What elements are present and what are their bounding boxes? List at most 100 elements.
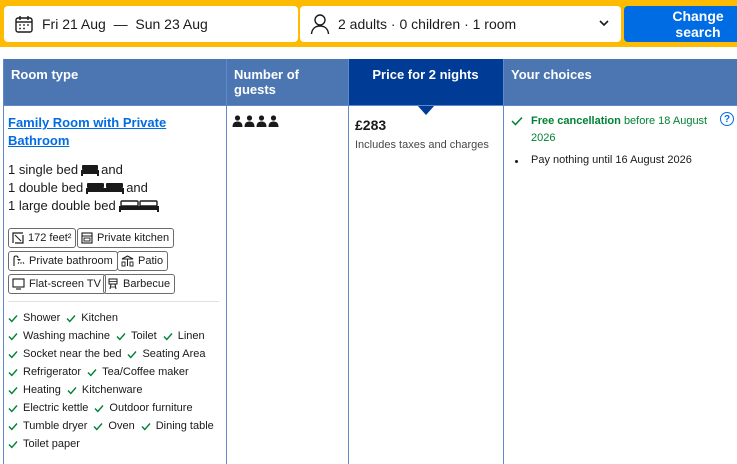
- amenity-item: Tumble dryer: [8, 420, 87, 432]
- facility-label: Private bathroom: [29, 255, 113, 267]
- bed-conjunction: and: [101, 162, 123, 177]
- check-icon: [8, 368, 18, 377]
- amenity-item: Kitchenware: [67, 384, 143, 396]
- amenity-label: Socket near the bed: [23, 348, 122, 360]
- check-icon: [8, 350, 18, 359]
- person-icon: [256, 115, 267, 127]
- check-icon: [141, 422, 151, 431]
- amenity-label: Tumble dryer: [23, 420, 88, 432]
- amenity-row: Socket near the bed Seating Area: [8, 347, 211, 361]
- room-name-link[interactable]: Family Room with Private Bathroom: [8, 114, 218, 150]
- facility-label: Patio: [138, 255, 164, 267]
- amenity-item: Heating: [8, 384, 61, 396]
- amenity-label: Seating Area: [142, 348, 206, 360]
- amenity-label: Washing machine: [23, 330, 111, 342]
- amenity-label: Outdoor furniture: [109, 402, 193, 414]
- large-double-bed-icon: [118, 200, 159, 212]
- bed-text: 1 double bed: [8, 180, 84, 195]
- column-divider: [503, 59, 504, 464]
- amenity-item: Tea/Coffee maker: [87, 366, 189, 378]
- guests-text: 2 adults · 0 children · 1 room: [338, 16, 517, 32]
- check-icon: [127, 350, 137, 359]
- amenity-item: Kitchen: [66, 312, 118, 324]
- single-bed-icon: [81, 165, 100, 176]
- bed-line: 1 double bed and: [8, 179, 161, 197]
- price-note: Includes taxes and charges: [355, 139, 489, 151]
- amenity-label: Tea/Coffee maker: [102, 366, 189, 378]
- check-icon: [93, 422, 103, 431]
- amenity-row: Toilet paper: [8, 437, 86, 451]
- amenity-item: Socket near the bed: [8, 348, 121, 360]
- amenity-row: Tumble dryer Oven Dining table: [8, 419, 220, 433]
- amenity-item: Seating Area: [127, 348, 205, 360]
- amenity-row: Electric kettle Outdoor furniture: [8, 401, 199, 415]
- check-icon: [8, 386, 18, 395]
- row-divider: [3, 105, 737, 106]
- chevron-down-icon: [599, 20, 609, 27]
- date-field[interactable]: Fri 21 Aug — Sun 23 Aug: [4, 6, 298, 42]
- facility-label: Barbecue: [123, 278, 171, 290]
- kitchen-icon: [81, 232, 93, 244]
- person-icon: [244, 115, 255, 127]
- amenity-item: Toilet paper: [8, 438, 80, 450]
- amenity-item: Toilet: [116, 330, 157, 342]
- bed-text: 1 single bed: [8, 162, 79, 177]
- facility-label: Private kitchen: [97, 232, 170, 244]
- search-bar: Fri 21 Aug — Sun 23 Aug 2 adults · 0 chi…: [0, 0, 737, 47]
- sort-indicator: [417, 105, 435, 115]
- amenity-item: Washing machine: [8, 330, 110, 342]
- date-range-text: Fri 21 Aug — Sun 23 Aug: [42, 16, 208, 32]
- patio-icon: [121, 255, 134, 267]
- barbecue-icon: [108, 278, 118, 290]
- room-size-icon: [12, 232, 24, 244]
- check-icon: [116, 332, 126, 341]
- facility-patio: Patio: [117, 251, 169, 271]
- facility-label: 172 feet²: [28, 232, 72, 244]
- amenity-row: Refrigerator Tea/Coffee maker: [8, 365, 195, 379]
- person-icon: [232, 115, 243, 127]
- facility-size: 172 feet²: [8, 228, 77, 248]
- header-guests: Number of guests: [234, 67, 299, 97]
- column-divider: [348, 59, 349, 464]
- amenities-divider: [8, 301, 219, 302]
- check-icon: [87, 368, 97, 377]
- person-icon: [310, 14, 330, 35]
- free-cancellation-label: Free cancellation: [531, 115, 621, 127]
- bed-line: 1 large double bed: [8, 197, 161, 215]
- amenity-label: Electric kettle: [23, 402, 89, 414]
- amenity-row: Washing machine Toilet Linen: [8, 329, 211, 343]
- guest-field[interactable]: 2 adults · 0 children · 1 room: [300, 6, 621, 42]
- amenity-label: Toilet: [131, 330, 157, 342]
- amenity-item: Oven: [93, 420, 135, 432]
- amenity-item: Linen: [163, 330, 205, 342]
- amenity-label: Kitchenware: [81, 384, 143, 396]
- facility-private-kitchen: Private kitchen: [77, 228, 175, 248]
- bed-list: 1 single bed and 1 double bed and 1 larg…: [8, 161, 161, 215]
- check-icon: [163, 332, 173, 341]
- facility-barbecue: Barbecue: [103, 274, 176, 294]
- amenity-label: Refrigerator: [23, 366, 82, 378]
- change-search-button[interactable]: Change search: [624, 6, 737, 42]
- header-price[interactable]: Price for 2 nights: [348, 59, 503, 105]
- check-icon: [8, 332, 18, 341]
- amenity-label: Heating: [23, 384, 61, 396]
- tv-icon: [12, 278, 25, 290]
- amenity-item: Refrigerator: [8, 366, 81, 378]
- bullet-icon: [515, 160, 518, 163]
- pay-nothing-text: Pay nothing until 16 August 2026: [531, 154, 692, 166]
- price-amount: £283: [355, 117, 387, 133]
- amenity-row: Heating Kitchenware: [8, 383, 148, 397]
- amenity-label: Toilet paper: [23, 438, 80, 450]
- column-divider: [3, 59, 4, 464]
- facility-label: Flat-screen TV: [29, 278, 101, 290]
- header-choices: Your choices: [511, 67, 592, 82]
- amenity-label: Linen: [177, 330, 205, 342]
- check-icon: [8, 404, 18, 413]
- bed-text: 1 large double bed: [8, 198, 116, 213]
- help-icon[interactable]: ?: [720, 112, 734, 126]
- bed-line: 1 single bed and: [8, 161, 161, 179]
- amenity-item: Outdoor furniture: [94, 402, 193, 414]
- header-room-type: Room type: [11, 67, 79, 82]
- amenity-label: Kitchen: [81, 312, 118, 324]
- facility-private-bathroom: Private bathroom: [8, 251, 118, 271]
